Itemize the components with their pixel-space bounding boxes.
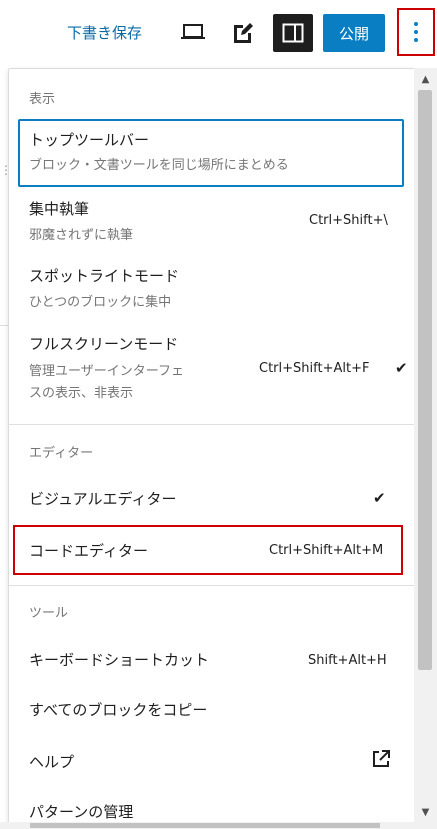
menu-item-title: キーボードショートカット	[29, 651, 210, 669]
menu-item-title: 集中執筆	[29, 200, 90, 218]
edit-icon[interactable]	[229, 17, 257, 47]
checkmark-icon: ✔	[395, 359, 408, 377]
menu-item-keyboard-shortcuts[interactable]: キーボードショートカット Shift+Alt+H	[9, 635, 415, 679]
section-label-editor: エディター	[29, 446, 94, 461]
editor-toolbar: 下書き保存 公開	[0, 0, 437, 64]
menu-item-title: スポットライトモード	[29, 267, 180, 285]
menu-item-title: ビジュアルエディター	[29, 490, 177, 508]
shortcut-label: Ctrl+Shift+\	[309, 213, 388, 228]
menu-item-desc: スの表示、非表示	[29, 386, 134, 401]
menu-item-visual-editor[interactable]: ビジュアルエディター ✔	[9, 477, 415, 521]
menu-item-title: ヘルプ	[29, 753, 75, 771]
laptop-icon[interactable]	[179, 18, 207, 46]
menu-item-copy-all-blocks[interactable]: すべてのブロックをコピー	[9, 687, 415, 731]
menu-item-title: フルスクリーンモード	[29, 335, 179, 353]
scroll-thumb[interactable]	[418, 90, 432, 670]
shortcut-label: Shift+Alt+H	[308, 653, 387, 668]
more-options-icon[interactable]	[397, 8, 435, 56]
menu-item-desc: 邪魔されずに執筆	[29, 228, 134, 243]
horizontal-scrollbar[interactable]	[0, 822, 437, 829]
menu-item-desc: ひとつのブロックに集中	[29, 295, 172, 310]
options-menu: 表示 トップツールバー ブロック・文書ツールを同じ場所にまとめる 集中執筆 邪魔…	[8, 68, 416, 826]
menu-item-fullscreen[interactable]: フルスクリーンモード 管理ユーザーインターフェ スの表示、非表示 Ctrl+Sh…	[9, 327, 415, 411]
scroll-down-icon[interactable]: ▼	[414, 803, 437, 821]
horizontal-scroll-thumb[interactable]	[30, 823, 380, 828]
section-label-tools: ツール	[29, 606, 69, 621]
menu-item-title: すべてのブロックをコピー	[29, 701, 208, 719]
menu-item-spotlight[interactable]: スポットライトモード ひとつのブロックに集中	[9, 259, 415, 321]
menu-item-manage-patterns[interactable]: パターンの管理	[9, 791, 415, 825]
background-divider	[0, 325, 8, 326]
menu-item-title: トップツールバー	[29, 131, 150, 149]
menu-item-distraction-free[interactable]: 集中執筆 邪魔されずに執筆 Ctrl+Shift+\	[9, 191, 415, 253]
vertical-scrollbar[interactable]: ▲ ▼	[414, 68, 437, 829]
scroll-up-icon[interactable]: ▲	[414, 70, 437, 88]
shortcut-label: Ctrl+Shift+Alt+F	[259, 361, 370, 376]
shortcut-label: Ctrl+Shift+Alt+M	[269, 543, 384, 558]
menu-item-desc: 管理ユーザーインターフェ	[29, 364, 184, 379]
menu-divider	[9, 424, 415, 425]
checkmark-icon: ✔	[373, 489, 386, 507]
menu-item-title: パターンの管理	[29, 803, 134, 821]
menu-item-desc: ブロック・文書ツールを同じ場所にまとめる	[29, 158, 289, 173]
menu-item-title: コードエディター	[29, 542, 148, 560]
external-link-icon	[371, 749, 391, 773]
menu-item-help[interactable]: ヘルプ	[9, 739, 415, 783]
sidebar-toggle-icon[interactable]	[273, 14, 313, 52]
menu-divider	[9, 585, 415, 586]
section-label-view: 表示	[29, 92, 56, 107]
publish-button[interactable]: 公開	[323, 14, 385, 52]
save-draft-button[interactable]: 下書き保存	[67, 22, 142, 43]
